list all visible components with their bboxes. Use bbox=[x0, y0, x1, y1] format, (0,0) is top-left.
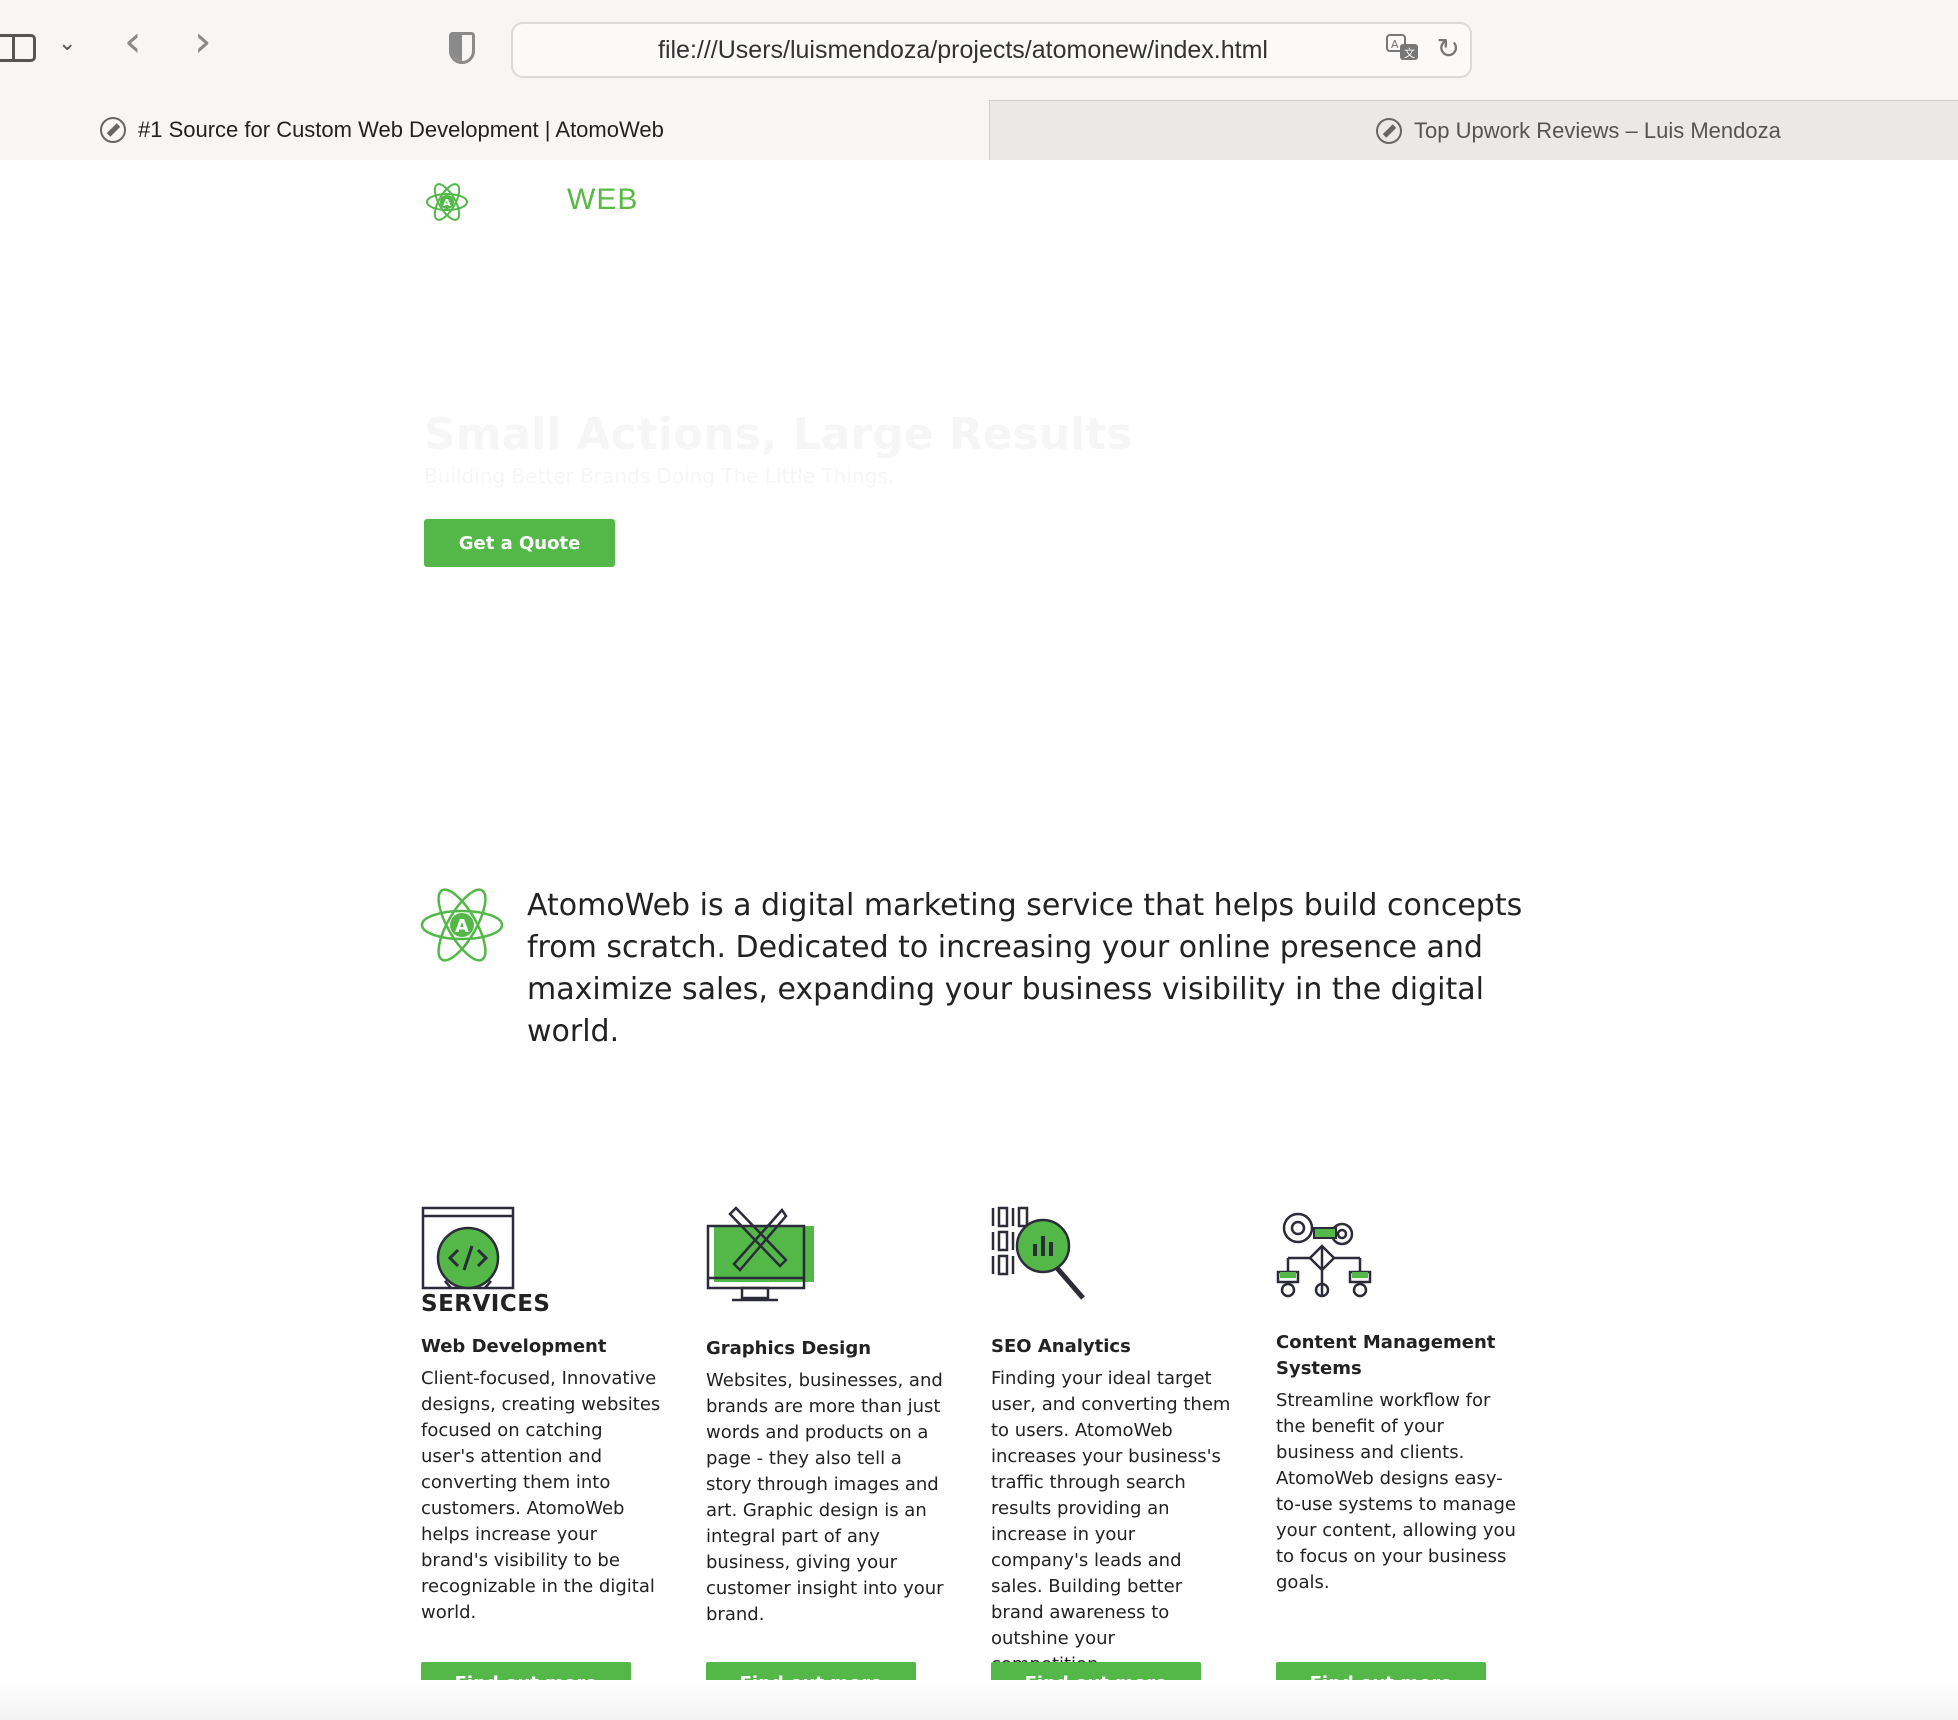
hero-subtitle: Building Better Brands Doing The Little … bbox=[424, 464, 895, 488]
svg-text:A: A bbox=[443, 198, 451, 209]
tab-label: #1 Source for Custom Web Development | A… bbox=[138, 117, 664, 142]
back-arrow-icon[interactable]: ‹ bbox=[124, 20, 142, 64]
svg-text:A: A bbox=[455, 916, 469, 937]
service-title: SEO Analytics bbox=[991, 1336, 1131, 1357]
service-title: Web Development bbox=[421, 1336, 607, 1357]
svg-text:A: A bbox=[1391, 38, 1399, 51]
browser-toolbar: ⌄ ‹ › file:///Users/luismendoza/projects… bbox=[0, 0, 1958, 100]
page-bottom-edge bbox=[0, 1680, 1958, 1720]
tab-label: Top Upwork Reviews – Luis Mendoza bbox=[1414, 117, 1781, 143]
translate-icon[interactable]: A 文 bbox=[1386, 34, 1422, 66]
logo-text[interactable]: WEB bbox=[567, 183, 638, 217]
forward-arrow-icon[interactable]: › bbox=[194, 20, 212, 64]
sidebar-toggle-icon[interactable] bbox=[0, 34, 36, 62]
service-title: Graphics Design bbox=[706, 1338, 872, 1359]
chevron-down-icon[interactable]: ⌄ bbox=[58, 30, 76, 56]
about-paragraph: AtomoWeb is a digital marketing service … bbox=[527, 888, 1523, 1049]
get-quote-button[interactable]: Get a Quote bbox=[424, 519, 615, 567]
web-development-icon bbox=[421, 1206, 517, 1307]
tab-atomoweb[interactable]: #1 Source for Custom Web Development | A… bbox=[0, 100, 989, 160]
service-description: Finding your ideal target user, and conv… bbox=[991, 1368, 1231, 1675]
cms-icon bbox=[1276, 1206, 1372, 1303]
graphics-design-icon bbox=[706, 1206, 816, 1311]
hero-title: Small Actions, Large Results bbox=[424, 409, 1133, 460]
privacy-shield-icon[interactable] bbox=[449, 32, 475, 64]
service-description: Streamline workflow for the benefit of y… bbox=[1276, 1390, 1516, 1593]
tab-upwork-reviews[interactable]: Top Upwork Reviews – Luis Mendoza bbox=[989, 100, 1958, 160]
address-bar[interactable]: file:///Users/luismendoza/projects/atomo… bbox=[511, 22, 1472, 78]
service-description: Websites, businesses, and brands are mor… bbox=[706, 1370, 944, 1625]
compass-icon bbox=[1376, 117, 1402, 144]
service-description: Client-focused, Innovative designs, crea… bbox=[421, 1368, 661, 1623]
svg-text:文: 文 bbox=[1404, 46, 1415, 60]
reload-icon[interactable]: ↻ bbox=[1437, 32, 1460, 65]
page-content: A WEB Small Actions, Large Results Build… bbox=[0, 161, 1958, 1720]
url-text[interactable]: file:///Users/luismendoza/projects/atomo… bbox=[658, 36, 1268, 65]
tab-bar: #1 Source for Custom Web Development | A… bbox=[0, 100, 1958, 160]
service-title: Content Management Systems bbox=[1276, 1332, 1496, 1379]
atom-logo-icon: A bbox=[419, 879, 505, 976]
compass-icon bbox=[100, 117, 126, 143]
atom-logo-icon[interactable]: A bbox=[424, 179, 470, 230]
seo-analytics-icon bbox=[991, 1206, 1091, 1311]
